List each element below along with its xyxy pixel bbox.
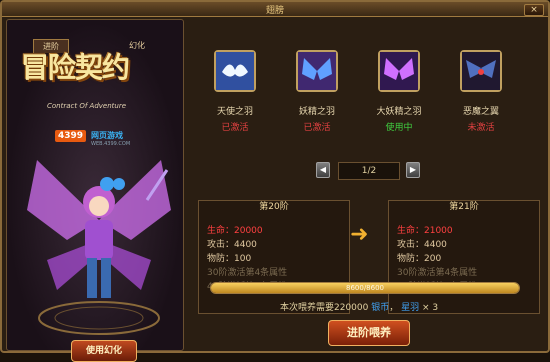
- next-stage-title: 第21阶: [449, 202, 479, 212]
- wing-status-demon: 未激活: [467, 123, 495, 133]
- wing-status-fairy: 已激活: [303, 123, 331, 133]
- wings-window: 翅膀 × 进阶 幻化 冒险契约 Contract Of Adventure 43…: [0, 0, 550, 362]
- purple-fairy-wing-icon: [380, 52, 418, 90]
- upgrade-arrow-icon: ➜: [350, 222, 369, 247]
- wing-name-fairy: 妖精之羽: [298, 107, 335, 117]
- character-preview-panel: 进阶 幻化 冒险契约 Contract Of Adventure 4399 网页…: [6, 19, 184, 362]
- advance-feed-button[interactable]: 进阶喂养: [328, 320, 410, 346]
- page-indicator: 1/2: [338, 162, 400, 180]
- game-logo-subtitle: Contract Of Adventure: [47, 102, 127, 110]
- close-button[interactable]: ×: [524, 4, 544, 16]
- wing-name-demon: 恶魔之翼: [462, 107, 499, 117]
- cost-separator: ，: [389, 303, 399, 313]
- game-logo: 冒险契约: [21, 51, 130, 84]
- cost-currency-feather: 星羽: [401, 303, 420, 313]
- cost-currency-silver: 银币: [371, 303, 390, 313]
- next-stat-def: 物防：200: [397, 254, 442, 264]
- current-stat-def: 物防：100: [207, 254, 252, 264]
- wing-status-great-fairy: 使用中: [385, 123, 413, 133]
- white-wing-icon: [216, 52, 254, 90]
- progress-text: 8600/8600: [346, 284, 384, 292]
- wing-slot-angel[interactable]: [214, 50, 256, 92]
- current-stat-unlock30: 30阶激活第4条属性: [207, 268, 288, 278]
- cost-multiplier: × 3: [422, 303, 439, 313]
- current-stat-atk: 攻击：4400: [207, 240, 257, 250]
- feed-progress-bar: 8600/8600: [210, 282, 520, 294]
- use-transform-button[interactable]: 使用幻化: [71, 340, 137, 362]
- feed-cost: 本次喂养需要220000 银币， 星羽 × 3: [280, 300, 438, 313]
- wing-slot-great-fairy[interactable]: [378, 50, 420, 92]
- wing-name-great-fairy: 大妖精之羽: [376, 107, 422, 117]
- demon-wing-icon: [462, 52, 500, 90]
- next-page-button[interactable]: ▶: [406, 162, 420, 178]
- current-stage-title: 第20阶: [259, 202, 289, 212]
- character-portrait: [27, 160, 171, 335]
- window-title: 翅膀: [265, 6, 284, 16]
- wing-name-angel: 天使之羽: [216, 107, 253, 117]
- prev-page-button[interactable]: ◀: [316, 162, 330, 178]
- blue-fairy-wing-icon: [298, 52, 336, 90]
- title-bar: 翅膀 ×: [2, 2, 548, 17]
- next-stat-atk: 攻击：4400: [397, 240, 447, 250]
- current-stage-box: 第20阶 生命：20000 攻击：4400 物防：100 30阶激活第4条属性 …: [198, 200, 350, 314]
- cost-prefix: 本次喂养需要220000: [280, 303, 369, 313]
- wing-slot-fairy[interactable]: [296, 50, 338, 92]
- wing-slot-demon[interactable]: [460, 50, 502, 92]
- next-stage-box: 第21阶 生命：21000 攻击：4400 物防：200 30阶激活第4条属性 …: [388, 200, 540, 314]
- next-stat-unlock30: 30阶激活第4条属性: [397, 268, 478, 278]
- wing-status-angel: 已激活: [221, 123, 249, 133]
- current-stat-hp: 生命：20000: [207, 226, 263, 236]
- next-stat-hp: 生命：21000: [397, 226, 453, 236]
